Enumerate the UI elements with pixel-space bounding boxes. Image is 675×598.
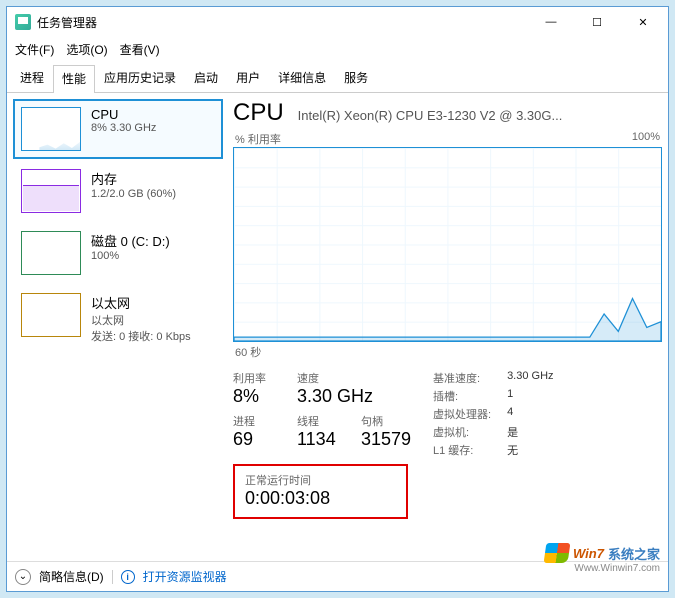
tab-performance[interactable]: 性能 bbox=[53, 65, 95, 93]
main-title: CPU bbox=[233, 99, 284, 127]
tabstrip: 进程 性能 应用历史记录 启动 用户 详细信息 服务 bbox=[7, 64, 668, 93]
stat-uptime-highlight: 正常运行时间 0:00:03:08 bbox=[233, 464, 408, 519]
sidebar-cpu-sub: 8% 3.30 GHz bbox=[91, 122, 156, 134]
tab-processes[interactable]: 进程 bbox=[11, 64, 53, 92]
menubar: 文件(F) 选项(O) 查看(V) bbox=[7, 37, 668, 64]
cpu-details: 基准速度:3.30 GHz 插槽:1 虚拟处理器:4 虚拟机:是 L1 缓存:无 bbox=[433, 370, 554, 519]
sidebar-item-memory[interactable]: 内存 1.2/2.0 GB (60%) bbox=[13, 161, 223, 221]
disk-mini-chart bbox=[21, 231, 81, 275]
fewer-details-label[interactable]: 简略信息(D) bbox=[39, 568, 104, 585]
sidebar-net-sub1: 以太网 bbox=[91, 312, 191, 328]
content-area: CPU 8% 3.30 GHz 内存 1.2/2.0 GB (60%) 磁盘 0… bbox=[7, 93, 668, 561]
sidebar: CPU 8% 3.30 GHz 内存 1.2/2.0 GB (60%) 磁盘 0… bbox=[13, 99, 223, 561]
main-panel: CPU Intel(R) Xeon(R) CPU E3-1230 V2 @ 3.… bbox=[233, 99, 662, 561]
sidebar-item-ethernet[interactable]: 以太网 以太网 发送: 0 接收: 0 Kbps bbox=[13, 285, 223, 352]
sidebar-disk-sub: 100% bbox=[91, 250, 170, 262]
uptime-value: 0:00:03:08 bbox=[245, 488, 396, 509]
maximize-button[interactable]: ☐ bbox=[574, 7, 620, 37]
sidebar-net-sub2: 发送: 0 接收: 0 Kbps bbox=[91, 328, 191, 344]
cpu-chart-svg bbox=[234, 148, 661, 341]
chart-xlabel: 60 秒 bbox=[235, 344, 261, 360]
app-icon bbox=[15, 14, 31, 30]
stat-speed: 速度 3.30 GHz bbox=[297, 370, 373, 407]
sidebar-disk-title: 磁盘 0 (C: D:) bbox=[91, 231, 170, 250]
windows-flag-icon bbox=[544, 543, 571, 563]
chart-ymax: 100% bbox=[632, 131, 660, 147]
cpu-chart bbox=[233, 147, 662, 342]
cpu-mini-chart bbox=[21, 107, 81, 151]
menu-options[interactable]: 选项(O) bbox=[66, 41, 107, 58]
titlebar[interactable]: 任务管理器 — ☐ ✕ bbox=[7, 7, 668, 37]
minimize-button[interactable]: — bbox=[528, 7, 574, 37]
footer: ⌄ 简略信息(D) i 打开资源监视器 bbox=[7, 561, 668, 591]
menu-file[interactable]: 文件(F) bbox=[15, 41, 54, 58]
sidebar-item-disk[interactable]: 磁盘 0 (C: D:) 100% bbox=[13, 223, 223, 283]
chart-ylabel: % 利用率 bbox=[235, 131, 281, 147]
tab-app-history[interactable]: 应用历史记录 bbox=[95, 64, 185, 92]
task-manager-window: 任务管理器 — ☐ ✕ 文件(F) 选项(O) 查看(V) 进程 性能 应用历史… bbox=[6, 6, 669, 592]
tab-services[interactable]: 服务 bbox=[335, 64, 377, 92]
stat-utilization: 利用率 8% bbox=[233, 370, 283, 407]
menu-view[interactable]: 查看(V) bbox=[120, 41, 160, 58]
sidebar-net-title: 以太网 bbox=[91, 293, 191, 312]
main-subtitle: Intel(R) Xeon(R) CPU E3-1230 V2 @ 3.30G.… bbox=[298, 108, 563, 123]
fewer-details-button[interactable]: ⌄ bbox=[15, 569, 31, 585]
stat-processes: 进程 69 bbox=[233, 413, 283, 450]
window-title: 任务管理器 bbox=[37, 14, 107, 31]
sidebar-mem-sub: 1.2/2.0 GB (60%) bbox=[91, 188, 176, 200]
resmon-icon: i bbox=[121, 570, 135, 584]
main-header: CPU Intel(R) Xeon(R) CPU E3-1230 V2 @ 3.… bbox=[233, 99, 662, 127]
stat-threads: 线程 1134 bbox=[297, 413, 347, 450]
stat-handles: 句柄 31579 bbox=[361, 413, 411, 450]
sidebar-cpu-title: CPU bbox=[91, 107, 156, 122]
close-button[interactable]: ✕ bbox=[620, 7, 666, 37]
tab-startup[interactable]: 启动 bbox=[185, 64, 227, 92]
ethernet-mini-chart bbox=[21, 293, 81, 337]
tab-users[interactable]: 用户 bbox=[227, 64, 269, 92]
sidebar-item-cpu[interactable]: CPU 8% 3.30 GHz bbox=[13, 99, 223, 159]
open-resmon-link[interactable]: 打开资源监视器 bbox=[143, 568, 227, 585]
watermark: Win7系统之家 Www.Winwin7.com bbox=[545, 543, 660, 563]
memory-mini-chart bbox=[21, 169, 81, 213]
uptime-label: 正常运行时间 bbox=[245, 472, 396, 488]
tab-details[interactable]: 详细信息 bbox=[269, 64, 335, 92]
sidebar-mem-title: 内存 bbox=[91, 169, 176, 188]
cpu-stats: 利用率 8% 速度 3.30 GHz 进程 69 bbox=[233, 370, 662, 519]
